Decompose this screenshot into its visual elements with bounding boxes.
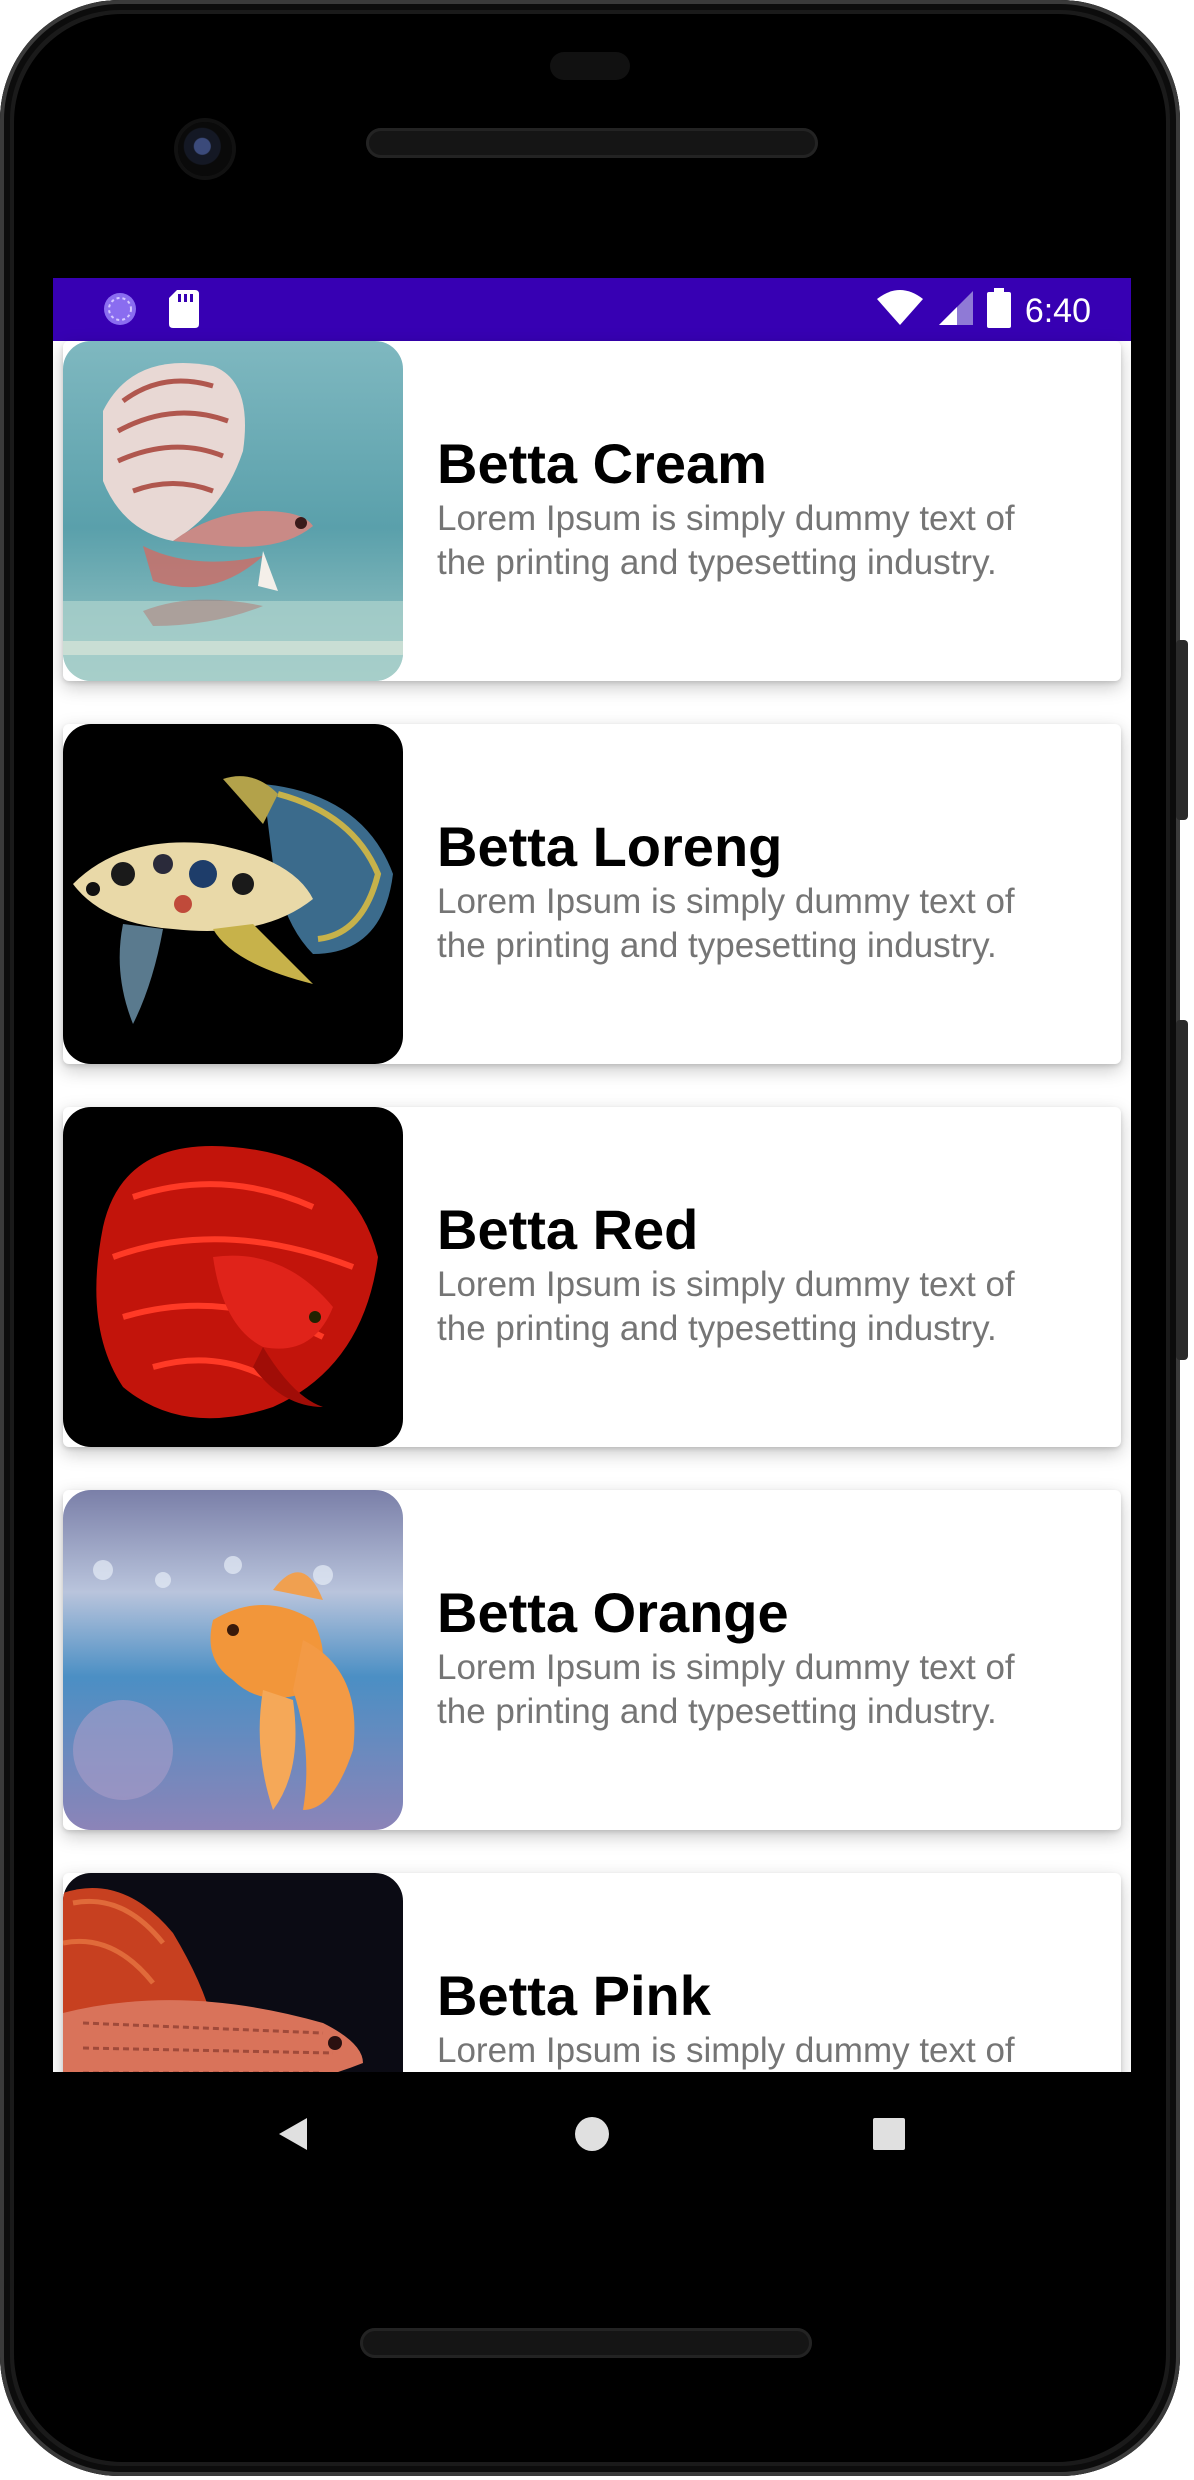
item-title: Betta Cream — [437, 432, 767, 495]
list-item[interactable]: Betta Pink Lorem Ipsum is simply dummy t… — [63, 1873, 1121, 2072]
item-description: Lorem Ipsum is simply dummy text of the … — [437, 499, 1015, 582]
list-item[interactable]: Betta Loreng Lorem Ipsum is simply dummy… — [63, 724, 1121, 1064]
betta-loreng-image — [63, 724, 403, 1064]
item-description: Lorem Ipsum is simply dummy text of the … — [437, 1648, 1015, 1731]
proximity-sensor — [550, 52, 630, 80]
item-title: Betta Red — [437, 1198, 699, 1261]
status-bar: 6:40 — [53, 278, 1131, 341]
recents-icon[interactable] — [859, 2104, 919, 2164]
item-description: Lorem Ipsum is simply dummy text of the … — [437, 2031, 1015, 2070]
item-description: Lorem Ipsum is simply dummy text of the … — [437, 882, 1015, 965]
item-title: Betta Pink — [437, 1964, 711, 2027]
betta-pink-image — [63, 1873, 403, 2072]
app-screen: 6:40 Betta Cream Lorem Ipsum is simply d… — [53, 278, 1131, 2072]
top-speaker — [366, 128, 818, 158]
betta-orange-image — [63, 1490, 403, 1830]
front-camera — [178, 122, 232, 176]
status-time: 6:40 — [1024, 291, 1091, 330]
item-description: Lorem Ipsum is simply dummy text of the … — [437, 1265, 1015, 1348]
betta-cream-image — [63, 341, 403, 681]
list-item[interactable]: Betta Red Lorem Ipsum is simply dummy te… — [63, 1107, 1121, 1447]
item-title: Betta Loreng — [437, 815, 783, 878]
back-icon[interactable] — [263, 2104, 323, 2164]
home-icon[interactable] — [562, 2104, 622, 2164]
navigation-bar — [53, 2072, 1131, 2198]
list-item[interactable]: Betta Orange Lorem Ipsum is simply dummy… — [63, 1490, 1121, 1830]
volume-button — [1176, 1020, 1188, 1360]
sd-card-icon — [169, 290, 199, 333]
signal-icon — [937, 289, 973, 332]
wifi-icon — [876, 289, 923, 332]
sync-icon — [101, 290, 139, 333]
item-title: Betta Orange — [437, 1581, 789, 1644]
betta-red-image — [63, 1107, 403, 1447]
power-button — [1176, 640, 1188, 820]
list-item[interactable]: Betta Cream Lorem Ipsum is simply dummy … — [63, 341, 1121, 681]
battery-icon — [986, 288, 1011, 333]
bottom-speaker — [360, 2328, 812, 2358]
